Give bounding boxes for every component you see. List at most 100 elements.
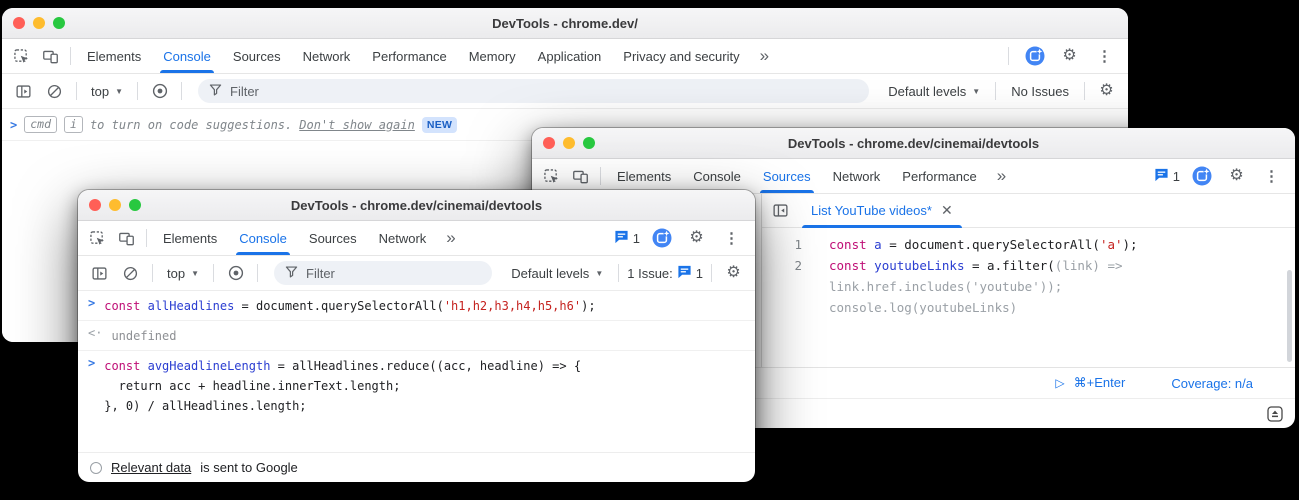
inspect-element-icon[interactable] — [84, 225, 111, 252]
clear-console-icon[interactable] — [41, 78, 68, 105]
tab-performance[interactable]: Performance — [362, 39, 456, 73]
scrollbar[interactable] — [1287, 270, 1292, 362]
tab-sources[interactable]: Sources — [299, 221, 367, 255]
more-tabs-icon[interactable]: » — [989, 166, 1014, 186]
tab-network[interactable]: Network — [293, 39, 361, 73]
clear-console-icon[interactable] — [117, 260, 144, 287]
cmd-keycap: cmd — [24, 116, 57, 133]
minimize-button[interactable] — [563, 137, 575, 149]
filter-funnel-icon — [209, 83, 222, 99]
expand-drawer-icon[interactable] — [1267, 406, 1283, 422]
tab-privacy-security[interactable]: Privacy and security — [613, 39, 749, 73]
filter-placeholder: Filter — [230, 84, 259, 99]
ai-assistance-icon[interactable] — [1021, 43, 1048, 70]
settings-gear-icon[interactable]: ⚙ — [1056, 43, 1083, 70]
console-pane[interactable]: > const allHeadlines = document.querySel… — [78, 291, 755, 452]
issues-counter[interactable]: 1 — [1154, 167, 1180, 185]
device-toolbar-icon[interactable] — [113, 225, 140, 252]
divider — [1084, 82, 1085, 100]
console-sidebar-icon[interactable] — [86, 260, 113, 287]
maximize-button[interactable] — [583, 137, 595, 149]
command-code: const avgHeadlineLength = allHeadlines.r… — [104, 356, 581, 376]
maximize-button[interactable] — [53, 17, 65, 29]
log-levels-select[interactable]: Default levels ▼ — [881, 84, 987, 99]
titlebar[interactable]: DevTools - chrome.dev/cinemai/devtools — [78, 190, 755, 221]
code-editor[interactable]: 1 const a = document.querySelectorAll('a… — [762, 228, 1295, 367]
coverage-link[interactable]: Coverage: n/a — [1171, 376, 1253, 391]
filter-input[interactable]: Filter — [198, 79, 869, 103]
traffic-lights — [532, 137, 595, 149]
tab-sources[interactable]: Sources — [223, 39, 291, 73]
divider — [618, 264, 619, 282]
log-levels-select[interactable]: Default levels ▼ — [504, 266, 610, 281]
more-tabs-icon[interactable]: » — [438, 228, 463, 248]
titlebar[interactable]: DevTools - chrome.dev/ — [2, 8, 1128, 39]
context-selector[interactable]: top ▼ — [85, 84, 129, 99]
tab-network[interactable]: Network — [823, 159, 891, 193]
tab-elements[interactable]: Elements — [607, 159, 681, 193]
collapse-navigator-icon[interactable] — [767, 197, 794, 224]
tab-console[interactable]: Console — [683, 159, 751, 193]
relevant-data-link[interactable]: Relevant data — [111, 460, 191, 475]
console-result: <· undefined — [78, 321, 755, 351]
issues-status[interactable]: 1 Issue: 1 — [627, 264, 703, 282]
tab-performance[interactable]: Performance — [892, 159, 986, 193]
inspect-element-icon[interactable] — [538, 163, 565, 190]
minimize-button[interactable] — [109, 199, 121, 211]
tab-elements[interactable]: Elements — [153, 221, 227, 255]
more-tabs-icon[interactable]: » — [752, 46, 777, 66]
context-selector[interactable]: top ▼ — [161, 266, 205, 281]
tab-elements[interactable]: Elements — [77, 39, 151, 73]
issues-count: 1 — [696, 266, 703, 281]
tab-memory[interactable]: Memory — [459, 39, 526, 73]
window-title: DevTools - chrome.dev/cinemai/devtools — [532, 136, 1295, 151]
more-options-icon[interactable]: ⋮ — [1258, 163, 1285, 190]
divider — [257, 264, 258, 282]
tab-application[interactable]: Application — [528, 39, 612, 73]
issues-status-label: No Issues — [1011, 84, 1069, 99]
console-sidebar-icon[interactable] — [10, 78, 37, 105]
filter-placeholder: Filter — [306, 266, 335, 281]
context-label: top — [167, 266, 185, 281]
tabbar-actions: ⚙ ⋮ — [1004, 43, 1122, 70]
traffic-lights — [78, 199, 141, 211]
ai-assistance-icon[interactable] — [648, 225, 675, 252]
tab-sources[interactable]: Sources — [753, 159, 821, 193]
chevron-down-icon: ▼ — [972, 87, 980, 96]
run-snippet-button[interactable]: ▷ ⌘+Enter — [1055, 375, 1125, 391]
close-button[interactable] — [543, 137, 555, 149]
dont-show-again-link[interactable]: Don't show again — [299, 118, 415, 132]
more-options-icon[interactable]: ⋮ — [718, 225, 745, 252]
divider — [76, 82, 77, 100]
more-options-icon[interactable]: ⋮ — [1091, 43, 1118, 70]
device-toolbar-icon[interactable] — [567, 163, 594, 190]
issues-bubble-icon — [677, 264, 692, 282]
command-code: }, 0) / allHeadlines.length; — [104, 396, 581, 416]
close-button[interactable] — [89, 199, 101, 211]
result-value: undefined — [111, 326, 176, 346]
minimize-button[interactable] — [33, 17, 45, 29]
console-settings-gear-icon[interactable]: ⚙ — [720, 260, 747, 287]
inspect-element-icon[interactable] — [8, 43, 35, 70]
close-icon[interactable]: ✕ — [941, 202, 953, 219]
close-button[interactable] — [13, 17, 25, 29]
maximize-button[interactable] — [129, 199, 141, 211]
settings-gear-icon[interactable]: ⚙ — [1223, 163, 1250, 190]
settings-gear-icon[interactable]: ⚙ — [683, 225, 710, 252]
filter-input[interactable]: Filter — [274, 261, 492, 285]
titlebar[interactable]: DevTools - chrome.dev/cinemai/devtools — [532, 128, 1295, 159]
ai-assistance-icon[interactable] — [1188, 163, 1215, 190]
console-settings-gear-icon[interactable]: ⚙ — [1093, 78, 1120, 105]
line-number: 1 — [762, 234, 802, 255]
device-toolbar-icon[interactable] — [37, 43, 64, 70]
context-label: top — [91, 84, 109, 99]
live-expression-eye-icon[interactable] — [146, 78, 173, 105]
tab-network[interactable]: Network — [369, 221, 437, 255]
issues-counter[interactable]: 1 — [614, 229, 640, 247]
file-tab-snippet[interactable]: List YouTube videos* ✕ — [800, 194, 964, 227]
issues-status[interactable]: No Issues — [1004, 84, 1076, 99]
live-expression-eye-icon[interactable] — [222, 260, 249, 287]
tab-console[interactable]: Console — [153, 39, 221, 73]
tab-console[interactable]: Console — [229, 221, 297, 255]
run-shortcut: ⌘+Enter — [1074, 375, 1126, 391]
